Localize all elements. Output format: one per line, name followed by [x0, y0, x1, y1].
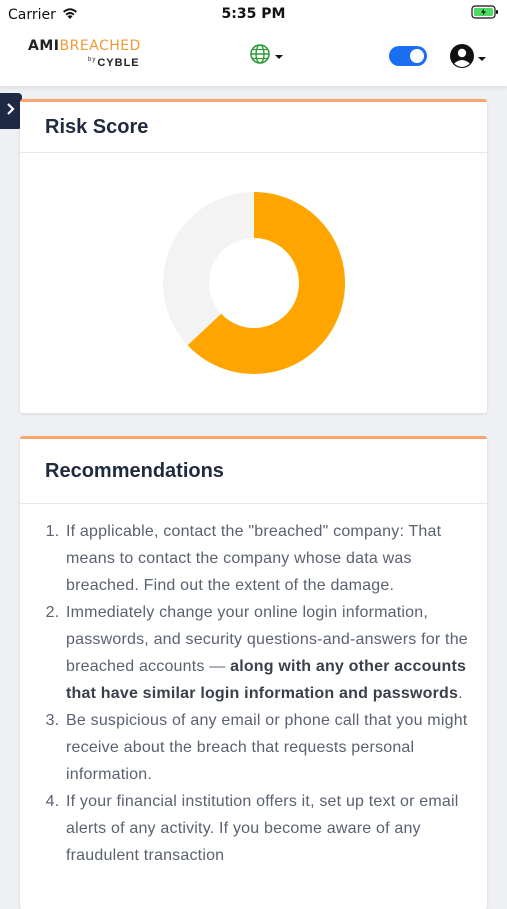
risk-score-donut [161, 190, 347, 376]
recommendation-tail-text: . [458, 685, 463, 702]
user-avatar-icon [449, 43, 475, 74]
sidebar-expand-button[interactable] [0, 93, 22, 129]
language-selector[interactable] [249, 43, 284, 70]
chevron-down-icon [274, 48, 284, 66]
recommendation-text: Be suspicious of any email or phone call… [66, 712, 468, 783]
logo-brand: byCYBLE [88, 57, 140, 69]
logo-by: by [88, 57, 97, 63]
chevron-down-icon [477, 50, 487, 68]
status-bar: Carrier 5:35 PM [0, 0, 507, 28]
globe-icon [249, 43, 271, 70]
recommendation-text: If applicable, contact the "breached" co… [66, 523, 442, 594]
donut-svg [163, 192, 345, 374]
amibreached-logo[interactable]: AMIBREACHED byCYBLE [28, 38, 148, 78]
logo-ami: AMI [28, 38, 60, 54]
chevron-right-icon [6, 102, 16, 121]
logo-brand-text: CYBLE [97, 57, 140, 69]
battery-icon [471, 5, 499, 23]
recommendation-item: If applicable, contact the "breached" co… [64, 518, 469, 599]
recommendation-item: Immediately change your online login inf… [64, 599, 469, 707]
theme-toggle[interactable] [389, 46, 427, 66]
toggle-knob [410, 49, 424, 63]
status-time: 5:35 PM [221, 6, 286, 22]
recommendations-card: Recommendations If applicable, contact t… [20, 436, 487, 909]
risk-score-title: Risk Score [20, 102, 487, 153]
recommendation-item: Be suspicious of any email or phone call… [64, 707, 469, 788]
account-menu[interactable] [449, 43, 487, 74]
recommendation-item: If your financial institution offers it,… [64, 788, 469, 869]
recommendations-list: If applicable, contact the "breached" co… [20, 518, 487, 869]
recommendation-text: If your financial institution offers it,… [66, 793, 459, 864]
recommendations-title: Recommendations [20, 439, 487, 504]
app-header: AMIBREACHED byCYBLE [0, 28, 507, 86]
risk-score-card: Risk Score [20, 99, 487, 413]
logo-breached: BREACHED [59, 38, 141, 54]
logo-wordmark: AMIBREACHED [28, 38, 148, 54]
